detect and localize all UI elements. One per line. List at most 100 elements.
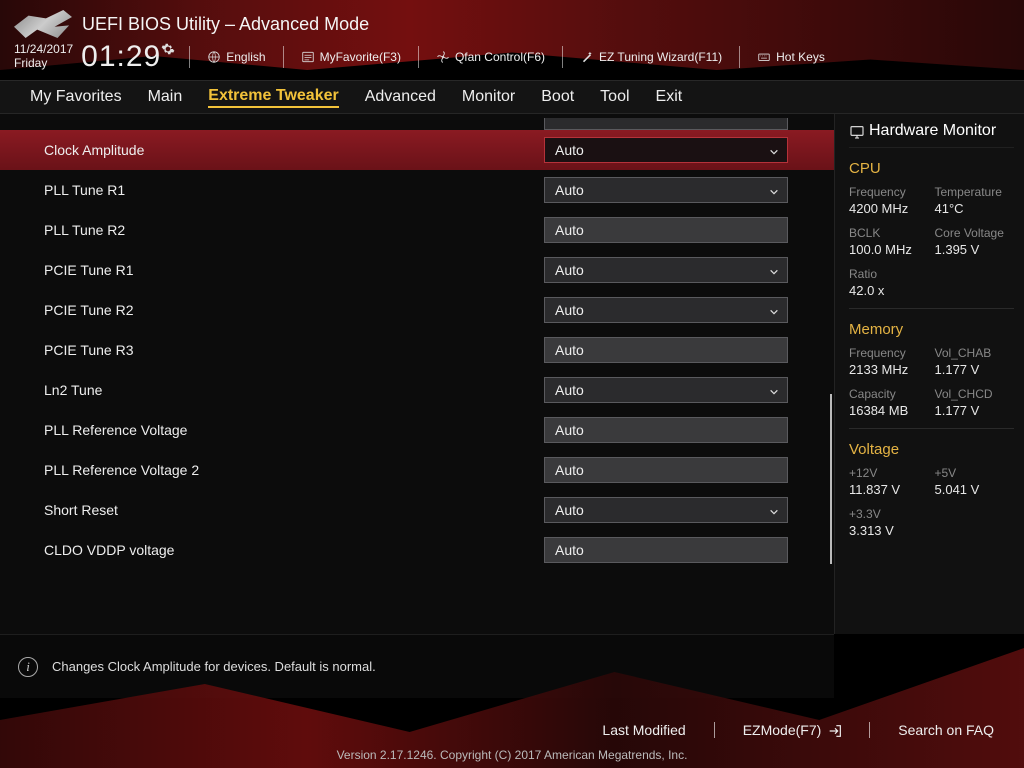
setting-row[interactable]: CLDO VDDP voltageAuto <box>0 530 834 570</box>
hw-value: 16384 MB <box>849 403 929 418</box>
main-tabs: My Favorites Main Extreme Tweaker Advanc… <box>0 80 1024 114</box>
chevron-down-icon <box>769 267 779 277</box>
last-modified-button[interactable]: Last Modified <box>602 722 685 738</box>
language-selector[interactable]: English <box>204 48 268 66</box>
separator <box>418 46 419 68</box>
setting-dropdown[interactable]: Auto <box>544 257 788 283</box>
list-icon <box>301 50 315 64</box>
setting-input[interactable]: Auto <box>544 217 788 243</box>
hw-label: +3.3V <box>849 507 929 521</box>
chevron-down-icon <box>769 187 779 197</box>
hwmon-header: Hardware Monitor <box>849 114 1014 148</box>
tab-main[interactable]: Main <box>148 88 183 106</box>
eztuning-button[interactable]: EZ Tuning Wizard(F11) <box>577 48 725 66</box>
hw-label: Vol_CHCD <box>935 387 1015 401</box>
hw-label: Core Voltage <box>935 226 1015 240</box>
tab-my-favorites[interactable]: My Favorites <box>30 88 122 106</box>
time-text: 01:29 <box>81 40 161 74</box>
hw-value: 5.041 V <box>935 482 1015 497</box>
hw-value: 100.0 MHz <box>849 242 929 257</box>
hw-value: 1.395 V <box>935 242 1015 257</box>
hw-value: 3.313 V <box>849 523 929 538</box>
scrollbar-thumb[interactable] <box>830 394 832 564</box>
separator <box>189 46 190 68</box>
setting-row[interactable]: PLL Reference VoltageAuto <box>0 410 834 450</box>
tab-boot[interactable]: Boot <box>541 88 574 106</box>
divider <box>849 428 1014 429</box>
myfavorite-button[interactable]: MyFavorite(F3) <box>298 48 404 66</box>
setting-label: PCIE Tune R1 <box>44 262 544 278</box>
chevron-down-icon <box>769 507 779 517</box>
globe-icon <box>207 50 221 64</box>
help-bar: i Changes Clock Amplitude for devices. D… <box>0 634 834 698</box>
keyboard-icon <box>757 50 771 64</box>
partial-control <box>544 118 788 130</box>
setting-label: PLL Reference Voltage 2 <box>44 462 544 478</box>
hotkeys-label: Hot Keys <box>776 50 825 64</box>
setting-row[interactable]: PLL Tune R1Auto <box>0 170 834 210</box>
exit-arrow-icon <box>827 723 841 737</box>
setting-row[interactable]: PLL Reference Voltage 2 Auto <box>0 450 834 490</box>
divider <box>849 308 1014 309</box>
help-text: Changes Clock Amplitude for devices. Def… <box>52 659 376 674</box>
hw-label: +5V <box>935 466 1015 480</box>
hw-label: BCLK <box>849 226 929 240</box>
setting-input[interactable]: Auto <box>544 417 788 443</box>
setting-dropdown[interactable]: Auto <box>544 177 788 203</box>
setting-row[interactable]: PCIE Tune R3Auto <box>0 330 834 370</box>
setting-row[interactable]: Short ResetAuto <box>0 490 834 530</box>
partial-row-top <box>0 118 834 130</box>
setting-dropdown[interactable]: Auto <box>544 137 788 163</box>
hotkeys-button[interactable]: Hot Keys <box>754 48 828 66</box>
setting-value: Auto <box>555 222 584 238</box>
hw-section-memory: Memory <box>849 321 1014 338</box>
setting-label: PCIE Tune R3 <box>44 342 544 358</box>
setting-row[interactable]: PLL Tune R2 Auto <box>0 210 834 250</box>
hw-value: 41°C <box>935 201 1015 216</box>
ezmode-button[interactable]: EZMode(F7) <box>743 722 842 738</box>
setting-value: Auto <box>555 382 584 398</box>
setting-input[interactable]: Auto <box>544 337 788 363</box>
setting-dropdown[interactable]: Auto <box>544 377 788 403</box>
search-faq-button[interactable]: Search on FAQ <box>898 722 994 738</box>
hw-value: 2133 MHz <box>849 362 929 377</box>
setting-dropdown[interactable]: Auto <box>544 497 788 523</box>
separator <box>562 46 563 68</box>
setting-input[interactable]: Auto <box>544 457 788 483</box>
wand-icon <box>580 50 594 64</box>
sub-header: 11/24/2017 Friday 01:29 English MyFavori… <box>0 40 1024 80</box>
hw-label: Frequency <box>849 185 929 199</box>
setting-row[interactable]: PCIE Tune R1Auto <box>0 250 834 290</box>
setting-row[interactable]: Clock AmplitudeAuto <box>0 130 834 170</box>
separator <box>869 722 870 738</box>
monitor-icon <box>849 124 863 138</box>
tab-monitor[interactable]: Monitor <box>462 88 515 106</box>
setting-dropdown[interactable]: Auto <box>544 297 788 323</box>
qfan-button[interactable]: Qfan Control(F6) <box>433 48 548 66</box>
setting-row[interactable]: PCIE Tune R2Auto <box>0 290 834 330</box>
tab-advanced[interactable]: Advanced <box>365 88 436 106</box>
hw-label: Frequency <box>849 346 929 360</box>
fan-icon <box>436 50 450 64</box>
setting-input[interactable]: Auto <box>544 537 788 563</box>
hw-label: Capacity <box>849 387 929 401</box>
hw-value: 11.837 V <box>849 482 929 497</box>
footer: Last Modified EZMode(F7) Search on FAQ V… <box>0 708 1024 768</box>
tab-tool[interactable]: Tool <box>600 88 629 106</box>
hw-value: 4200 MHz <box>849 201 929 216</box>
tab-extreme-tweaker[interactable]: Extreme Tweaker <box>208 87 338 108</box>
date-text: 11/24/2017 <box>14 43 73 57</box>
setting-label: PLL Tune R2 <box>44 222 544 238</box>
setting-row[interactable]: Ln2 TuneAuto <box>0 370 834 410</box>
hw-label: Temperature <box>935 185 1015 199</box>
gear-icon <box>161 42 175 56</box>
setting-value: Auto <box>555 462 584 478</box>
time-display[interactable]: 01:29 <box>81 40 175 74</box>
tab-exit[interactable]: Exit <box>656 88 683 106</box>
setting-label: Clock Amplitude <box>44 142 544 158</box>
hw-label: Ratio <box>849 267 929 281</box>
chevron-down-icon <box>769 387 779 397</box>
separator <box>283 46 284 68</box>
setting-label: CLDO VDDP voltage <box>44 542 544 558</box>
version-text: Version 2.17.1246. Copyright (C) 2017 Am… <box>337 748 688 762</box>
